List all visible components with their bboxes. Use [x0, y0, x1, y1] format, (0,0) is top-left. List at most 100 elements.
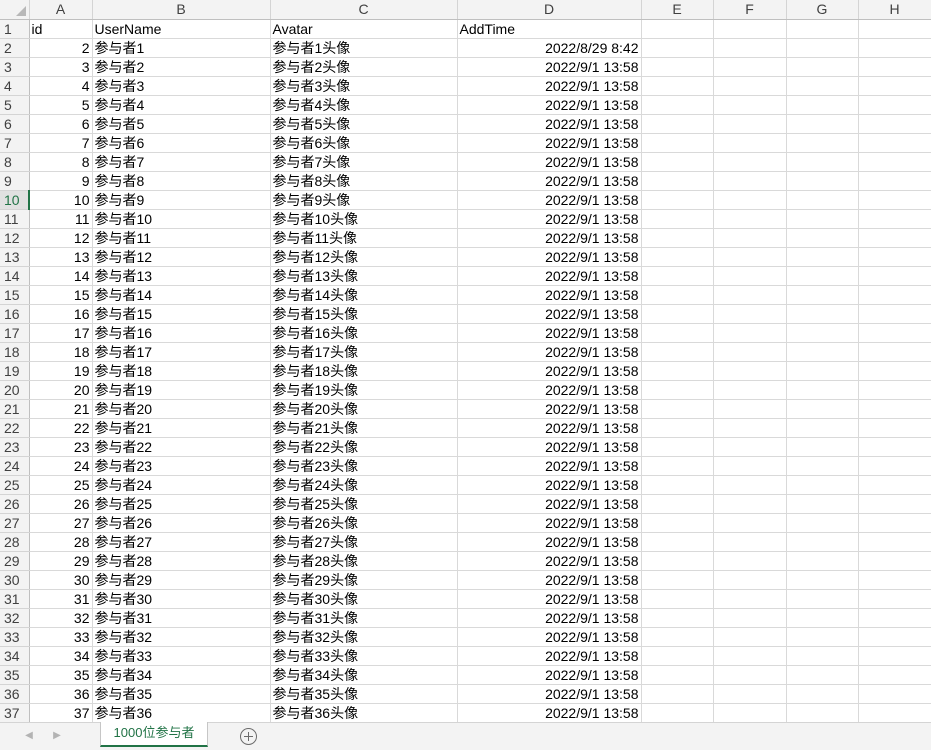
cell-avatar[interactable]: 参与者30头像	[270, 589, 458, 609]
empty-cell[interactable]	[786, 57, 859, 77]
empty-cell[interactable]	[713, 418, 787, 438]
empty-cell[interactable]	[641, 380, 714, 400]
empty-cell[interactable]	[858, 38, 931, 58]
empty-cell[interactable]	[858, 418, 931, 438]
empty-cell[interactable]	[713, 532, 787, 552]
empty-cell[interactable]	[713, 665, 787, 685]
empty-cell[interactable]	[786, 418, 859, 438]
empty-cell[interactable]	[713, 342, 787, 362]
row-header[interactable]: 6	[0, 114, 30, 134]
empty-cell[interactable]	[858, 399, 931, 419]
cell-username[interactable]: 参与者35	[92, 684, 271, 704]
empty-cell[interactable]	[858, 133, 931, 153]
empty-cell[interactable]	[786, 228, 859, 248]
cell-username[interactable]: 参与者10	[92, 209, 271, 229]
empty-cell[interactable]	[641, 589, 714, 609]
empty-cell[interactable]	[713, 703, 787, 722]
empty-cell[interactable]	[641, 665, 714, 685]
empty-cell[interactable]	[786, 589, 859, 609]
cell-id[interactable]: 23	[29, 437, 93, 457]
cell-addtime[interactable]: 2022/9/1 13:58	[457, 456, 642, 476]
cell-avatar[interactable]: 参与者22头像	[270, 437, 458, 457]
empty-cell[interactable]	[641, 494, 714, 514]
empty-cell[interactable]	[713, 494, 787, 514]
empty-cell[interactable]	[858, 57, 931, 77]
empty-cell[interactable]	[713, 361, 787, 381]
empty-cell[interactable]	[641, 76, 714, 96]
empty-cell[interactable]	[641, 627, 714, 647]
cell-id[interactable]: 21	[29, 399, 93, 419]
empty-cell[interactable]	[786, 608, 859, 628]
empty-cell[interactable]	[713, 285, 787, 305]
empty-cell[interactable]	[713, 589, 787, 609]
empty-cell[interactable]	[641, 266, 714, 286]
row-header[interactable]: 13	[0, 247, 30, 267]
row-header[interactable]: 14	[0, 266, 30, 286]
empty-cell[interactable]	[786, 304, 859, 324]
empty-cell[interactable]	[713, 152, 787, 172]
cell-id[interactable]: 33	[29, 627, 93, 647]
empty-cell[interactable]	[713, 171, 787, 191]
row-header[interactable]: 24	[0, 456, 30, 476]
row-header[interactable]: 4	[0, 76, 30, 96]
column-header-g[interactable]: G	[786, 0, 859, 20]
empty-cell[interactable]	[713, 608, 787, 628]
row-header[interactable]: 18	[0, 342, 30, 362]
empty-cell[interactable]	[786, 665, 859, 685]
cell-avatar[interactable]: 参与者15头像	[270, 304, 458, 324]
row-header[interactable]: 23	[0, 437, 30, 457]
empty-cell[interactable]	[786, 703, 859, 722]
add-sheet-icon[interactable]	[240, 728, 257, 745]
row-header[interactable]: 31	[0, 589, 30, 609]
cell-addtime[interactable]: 2022/9/1 13:58	[457, 570, 642, 590]
cell-avatar[interactable]: 参与者28头像	[270, 551, 458, 571]
empty-cell[interactable]	[713, 475, 787, 495]
row-header[interactable]: 2	[0, 38, 30, 58]
empty-cell[interactable]	[641, 684, 714, 704]
cell-avatar[interactable]: 参与者26头像	[270, 513, 458, 533]
empty-cell[interactable]	[713, 209, 787, 229]
cell-id[interactable]: 7	[29, 133, 93, 153]
cell-id[interactable]: 8	[29, 152, 93, 172]
cell-id[interactable]: 13	[29, 247, 93, 267]
empty-cell[interactable]	[641, 513, 714, 533]
cell-id[interactable]: 14	[29, 266, 93, 286]
cell-username[interactable]: 参与者34	[92, 665, 271, 685]
row-header[interactable]: 29	[0, 551, 30, 571]
cell-addtime[interactable]: 2022/9/1 13:58	[457, 114, 642, 134]
column-header-f[interactable]: F	[713, 0, 787, 20]
empty-cell[interactable]	[858, 266, 931, 286]
empty-cell[interactable]	[641, 19, 714, 39]
cell-username[interactable]: 参与者27	[92, 532, 271, 552]
empty-cell[interactable]	[858, 114, 931, 134]
empty-cell[interactable]	[858, 589, 931, 609]
empty-cell[interactable]	[641, 95, 714, 115]
cell-addtime[interactable]: 2022/9/1 13:58	[457, 475, 642, 495]
empty-cell[interactable]	[786, 494, 859, 514]
column-header-b[interactable]: B	[92, 0, 271, 20]
row-header[interactable]: 21	[0, 399, 30, 419]
empty-cell[interactable]	[858, 76, 931, 96]
cell-username[interactable]: 参与者23	[92, 456, 271, 476]
cell-avatar[interactable]: 参与者5头像	[270, 114, 458, 134]
empty-cell[interactable]	[858, 532, 931, 552]
empty-cell[interactable]	[786, 380, 859, 400]
empty-cell[interactable]	[786, 551, 859, 571]
empty-cell[interactable]	[786, 38, 859, 58]
cell-avatar[interactable]: 参与者16头像	[270, 323, 458, 343]
cell-username[interactable]: 参与者17	[92, 342, 271, 362]
row-header[interactable]: 34	[0, 646, 30, 666]
empty-cell[interactable]	[641, 570, 714, 590]
empty-cell[interactable]	[858, 95, 931, 115]
empty-cell[interactable]	[786, 437, 859, 457]
empty-cell[interactable]	[641, 209, 714, 229]
empty-cell[interactable]	[786, 95, 859, 115]
column-header-d[interactable]: D	[457, 0, 642, 20]
column-header-h[interactable]: H	[858, 0, 931, 20]
cell-id[interactable]: 36	[29, 684, 93, 704]
empty-cell[interactable]	[786, 76, 859, 96]
cell-addtime[interactable]: 2022/9/1 13:58	[457, 627, 642, 647]
cell-addtime[interactable]: 2022/9/1 13:58	[457, 437, 642, 457]
cell-avatar[interactable]: 参与者7头像	[270, 152, 458, 172]
row-header[interactable]: 16	[0, 304, 30, 324]
